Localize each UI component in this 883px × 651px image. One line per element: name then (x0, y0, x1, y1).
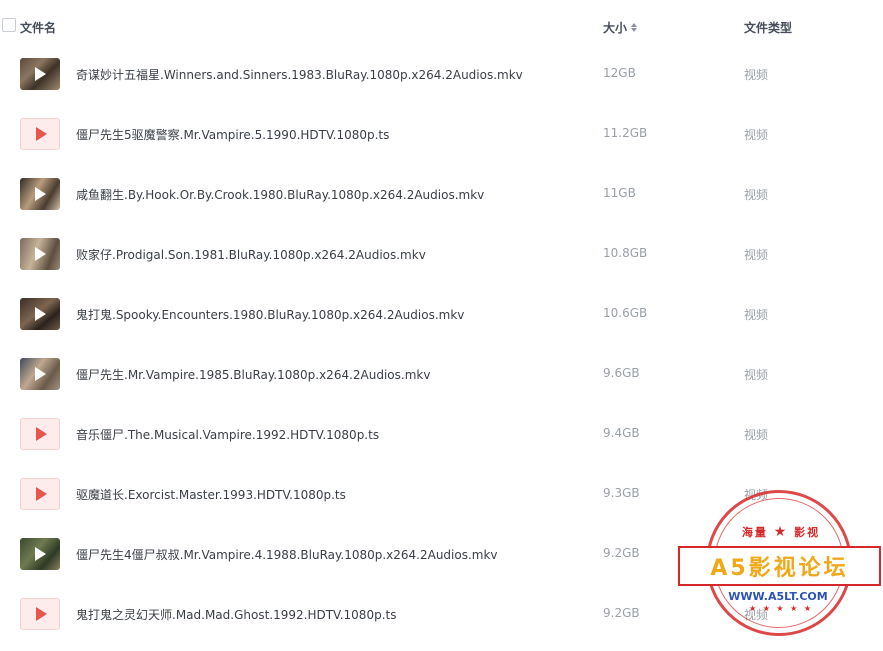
file-row[interactable]: 僵尸先生.Mr.Vampire.1985.BluRay.1080p.x264.2… (0, 344, 883, 404)
file-size: 9.2GB (603, 606, 640, 620)
file-type: 视频 (744, 308, 769, 322)
video-thumbnail-icon[interactable] (20, 358, 60, 390)
file-name[interactable]: 僵尸先生4僵尸叔叔.Mr.Vampire.4.1988.BluRay.1080p… (76, 546, 498, 563)
file-name[interactable]: 鬼打鬼之灵幻天师.Mad.Mad.Ghost.1992.HDTV.1080p.t… (76, 606, 396, 623)
ts-file-icon[interactable] (20, 478, 60, 510)
file-type: 视频 (744, 488, 769, 502)
file-name[interactable]: 奇谋妙计五福星.Winners.and.Sinners.1983.BluRay.… (76, 66, 523, 83)
column-header-size[interactable]: 大小 (603, 19, 638, 36)
play-icon (35, 187, 46, 201)
video-thumbnail-icon[interactable] (20, 178, 60, 210)
ts-file-icon[interactable] (20, 598, 60, 630)
file-name[interactable]: 僵尸先生.Mr.Vampire.1985.BluRay.1080p.x264.2… (76, 366, 430, 383)
video-thumbnail-icon[interactable] (20, 298, 60, 330)
column-header-name[interactable]: 文件名 (20, 19, 56, 36)
file-type: 视频 (744, 68, 769, 82)
file-row[interactable]: 奇谋妙计五福星.Winners.and.Sinners.1983.BluRay.… (0, 44, 883, 104)
file-type: 视频 (744, 428, 769, 442)
file-row[interactable]: 僵尸先生5驱魔警察.Mr.Vampire.5.1990.HDTV.1080p.t… (0, 104, 883, 164)
file-row[interactable]: 驱魔道长.Exorcist.Master.1993.HDTV.1080p.ts … (0, 464, 883, 524)
play-icon (36, 487, 47, 501)
play-icon (36, 127, 47, 141)
file-row[interactable]: 僵尸先生4僵尸叔叔.Mr.Vampire.4.1988.BluRay.1080p… (0, 524, 883, 584)
select-all-checkbox[interactable] (2, 18, 16, 32)
play-icon (36, 427, 47, 441)
file-size: 9.4GB (603, 426, 640, 440)
file-name[interactable]: 驱魔道长.Exorcist.Master.1993.HDTV.1080p.ts (76, 486, 346, 503)
file-size: 9.2GB (603, 546, 640, 560)
video-thumbnail-icon[interactable] (20, 538, 60, 570)
file-size: 11.2GB (603, 126, 648, 140)
file-size: 9.3GB (603, 486, 640, 500)
play-icon (35, 547, 46, 561)
file-size: 9.6GB (603, 366, 640, 380)
ts-file-icon[interactable] (20, 118, 60, 150)
file-type: 视频 (744, 128, 769, 142)
play-icon (35, 67, 46, 81)
play-icon (35, 367, 46, 381)
file-size: 10.8GB (603, 246, 648, 260)
file-name[interactable]: 咸鱼翻生.By.Hook.Or.By.Crook.1980.BluRay.108… (76, 186, 484, 203)
file-list: 奇谋妙计五福星.Winners.and.Sinners.1983.BluRay.… (0, 44, 883, 644)
play-icon (35, 307, 46, 321)
file-row[interactable]: 鬼打鬼之灵幻天师.Mad.Mad.Ghost.1992.HDTV.1080p.t… (0, 584, 883, 644)
file-type: 视频 (744, 248, 769, 262)
column-header-type[interactable]: 文件类型 (744, 19, 792, 36)
file-type: 视频 (744, 608, 769, 622)
ts-file-icon[interactable] (20, 418, 60, 450)
play-icon (36, 607, 47, 621)
file-name[interactable]: 僵尸先生5驱魔警察.Mr.Vampire.5.1990.HDTV.1080p.t… (76, 126, 389, 143)
file-name[interactable]: 音乐僵尸.The.Musical.Vampire.1992.HDTV.1080p… (76, 426, 379, 443)
file-row[interactable]: 音乐僵尸.The.Musical.Vampire.1992.HDTV.1080p… (0, 404, 883, 464)
file-name[interactable]: 鬼打鬼.Spooky.Encounters.1980.BluRay.1080p.… (76, 306, 464, 323)
file-type: 视频 (744, 188, 769, 202)
video-thumbnail-icon[interactable] (20, 58, 60, 90)
file-size: 10.6GB (603, 306, 648, 320)
file-type: 视频 (744, 368, 769, 382)
file-row[interactable]: 咸鱼翻生.By.Hook.Or.By.Crook.1980.BluRay.108… (0, 164, 883, 224)
column-header-size-label: 大小 (603, 21, 628, 35)
file-list-page: 文件名 大小 文件类型 奇谋妙计五福星.Winners.and.Sinners.… (0, 0, 883, 651)
file-type: 视频 (744, 548, 769, 562)
file-name[interactable]: 败家仔.Prodigal.Son.1981.BluRay.1080p.x264.… (76, 246, 426, 263)
file-row[interactable]: 鬼打鬼.Spooky.Encounters.1980.BluRay.1080p.… (0, 284, 883, 344)
sort-icon[interactable] (631, 23, 638, 32)
play-icon (35, 247, 46, 261)
file-row[interactable]: 败家仔.Prodigal.Son.1981.BluRay.1080p.x264.… (0, 224, 883, 284)
video-thumbnail-icon[interactable] (20, 238, 60, 270)
file-size: 12GB (603, 66, 636, 80)
file-size: 11GB (603, 186, 636, 200)
